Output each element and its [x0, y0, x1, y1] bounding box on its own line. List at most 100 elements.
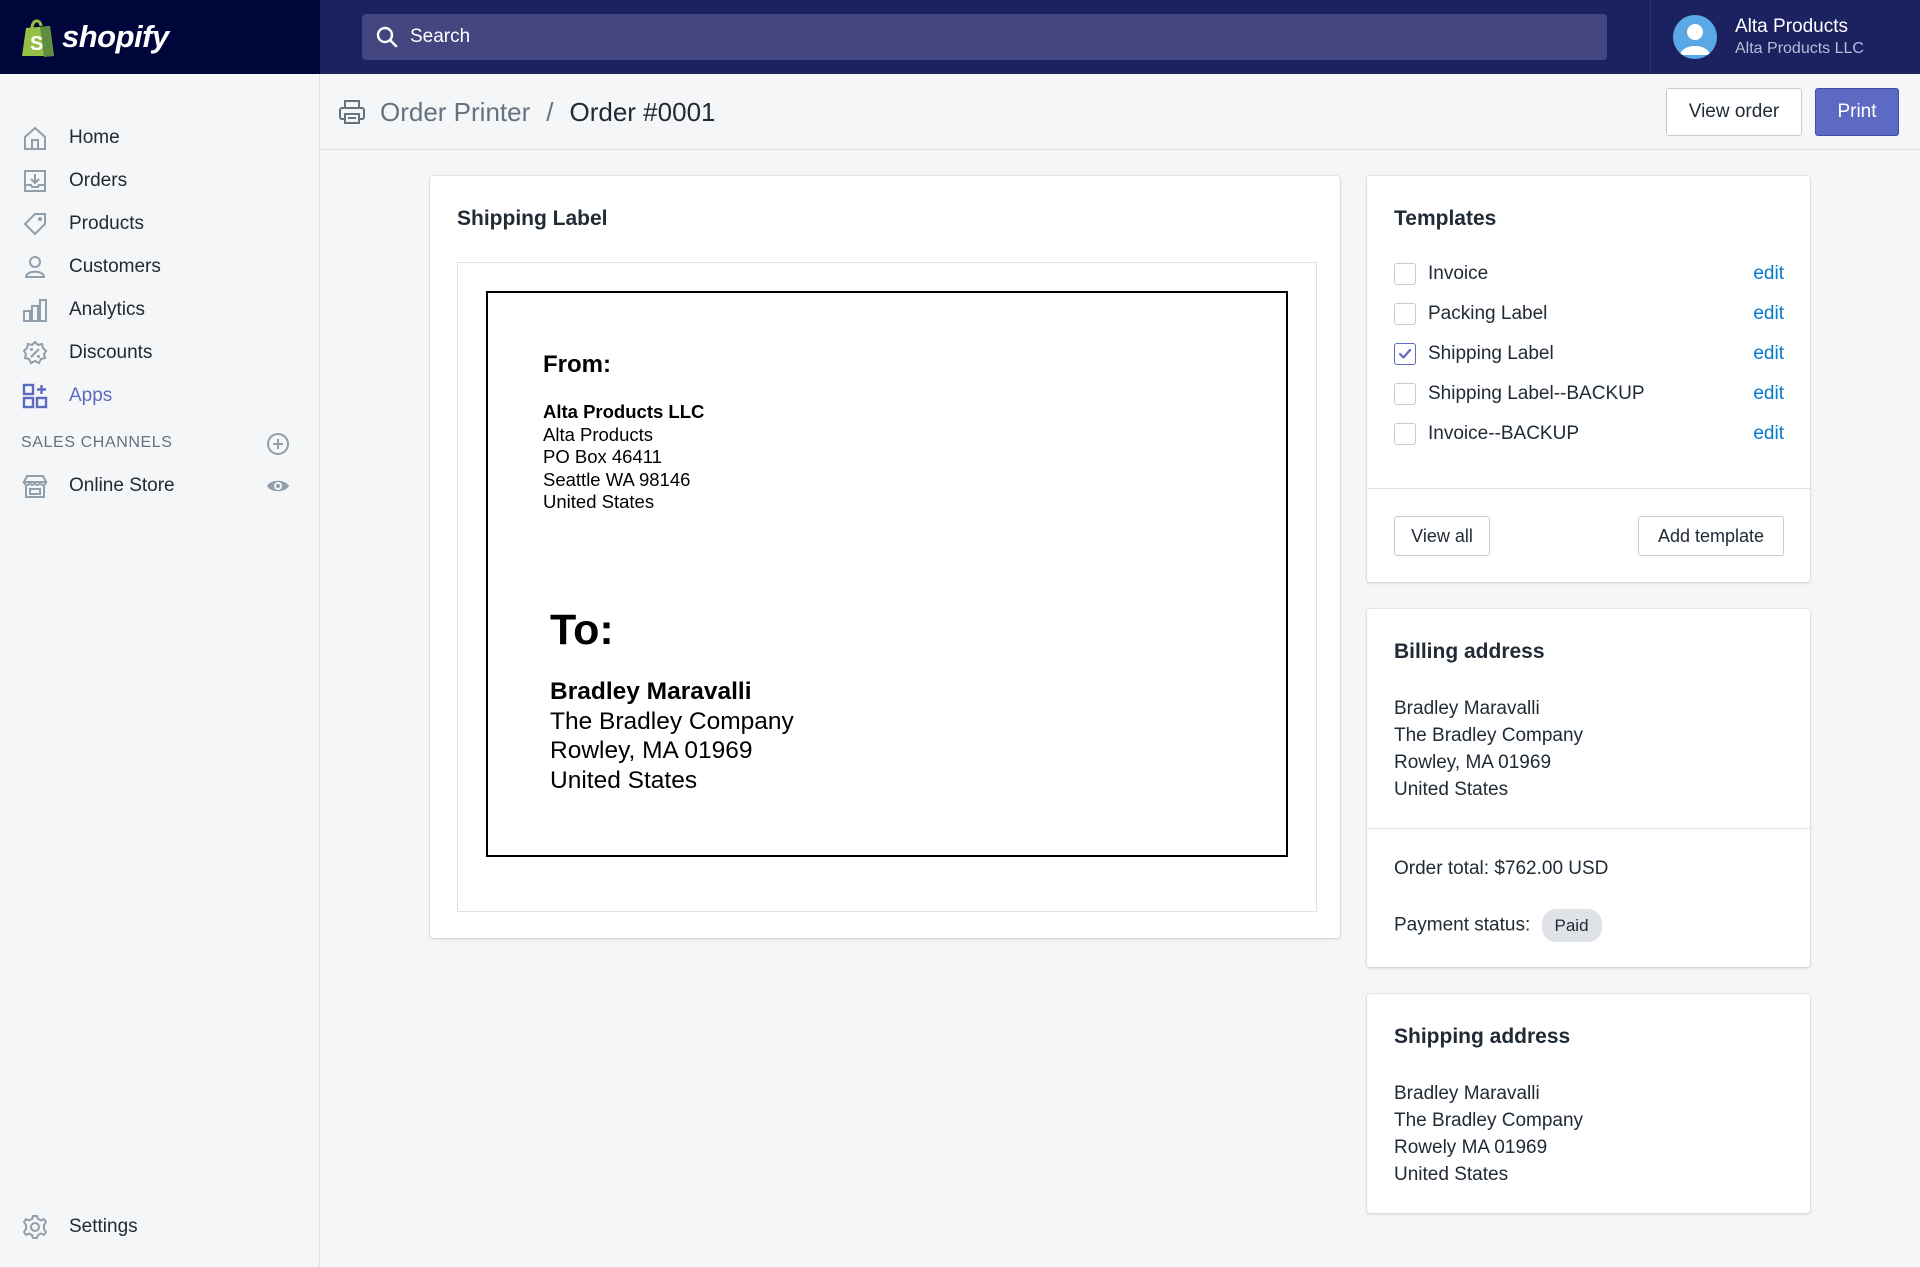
from-heading: From:: [543, 351, 611, 378]
shipping-line: Rowely MA 01969: [1394, 1137, 1548, 1158]
view-store-eye-icon[interactable]: [266, 476, 290, 496]
billing-title: Billing address: [1394, 640, 1545, 663]
to-line: The Bradley Company: [550, 707, 794, 735]
printer-icon: [339, 100, 365, 124]
billing-line: The Bradley Company: [1394, 725, 1584, 746]
bar-chart-icon: [20, 295, 50, 325]
sidebar-item-label: Analytics: [69, 298, 146, 320]
preview-title: Shipping Label: [457, 207, 608, 230]
sidebar-item-label: Apps: [69, 384, 113, 406]
sidebar-item-label: Orders: [69, 169, 128, 191]
sidebar-item-analytics[interactable]: Analytics: [0, 288, 320, 331]
orders-icon: [20, 166, 50, 196]
template-label: Shipping Label--BACKUP: [1428, 383, 1645, 404]
template-edit-link[interactable]: edit: [1753, 303, 1784, 325]
billing-line: United States: [1394, 779, 1509, 800]
template-checkbox[interactable]: [1394, 423, 1416, 445]
template-item-shipping-label-backup[interactable]: Shipping Label--BACKUP edit: [1394, 379, 1784, 409]
view-all-templates-button[interactable]: View all: [1394, 516, 1490, 556]
search-input[interactable]: Search: [362, 14, 1607, 60]
brand-name: shopify: [62, 19, 169, 54]
template-item-invoice-backup[interactable]: Invoice--BACKUP edit: [1394, 419, 1784, 449]
sales-channels-heading: SALES CHANNELS: [21, 434, 173, 451]
status-badge: Paid: [1541, 909, 1602, 942]
shopify-bag-icon: S: [22, 19, 54, 57]
svg-text:S: S: [30, 33, 43, 55]
page-header: Order Printer / Order #0001 View order P…: [320, 74, 1920, 150]
divider: [1367, 828, 1810, 829]
templates-title: Templates: [1394, 207, 1497, 230]
add-template-button[interactable]: Add template: [1638, 516, 1784, 556]
user-org: Alta Products LLC: [1735, 40, 1864, 57]
template-label: Invoice--BACKUP: [1428, 423, 1579, 444]
shipping-address: Bradley Maravalli The Bradley Company Ro…: [1394, 1080, 1583, 1188]
sidebar-item-label: Customers: [69, 255, 161, 277]
template-checkbox[interactable]: [1394, 383, 1416, 405]
payment-status: Payment status: Paid: [1394, 909, 1602, 942]
sidebar-item-label: Settings: [69, 1215, 138, 1237]
sidebar-item-label: Products: [69, 212, 144, 234]
template-edit-link[interactable]: edit: [1753, 343, 1784, 365]
shipping-line: Bradley Maravalli: [1394, 1083, 1540, 1104]
order-total-label: Order total:: [1394, 858, 1490, 879]
sidebar-item-home[interactable]: Home: [0, 116, 320, 159]
breadcrumb-app-link[interactable]: Order Printer: [380, 97, 530, 128]
template-label: Packing Label: [1428, 303, 1548, 324]
template-item-invoice[interactable]: Invoice edit: [1394, 259, 1784, 289]
sidebar-item-label: Discounts: [69, 341, 153, 363]
search-icon: [376, 26, 398, 48]
to-heading: To:: [550, 606, 614, 654]
template-checkbox[interactable]: [1394, 303, 1416, 325]
sidebar-item-products[interactable]: Products: [0, 202, 320, 245]
sidebar-item-orders[interactable]: Orders: [0, 159, 320, 202]
template-item-packing-label[interactable]: Packing Label edit: [1394, 299, 1784, 329]
sidebar-item-discounts[interactable]: Discounts: [0, 331, 320, 374]
template-edit-link[interactable]: edit: [1753, 263, 1784, 285]
template-item-shipping-label[interactable]: Shipping Label edit: [1394, 339, 1784, 369]
billing-address-card: Billing address Bradley Maravalli The Br…: [1367, 609, 1810, 967]
from-line: Alta Products: [543, 423, 654, 445]
to-line: Bradley Maravalli: [550, 678, 752, 705]
to-line: United States: [550, 766, 698, 794]
shipping-label-document: From: Alta Products LLC Alta Products PO…: [486, 291, 1288, 857]
templates-card: Templates Invoice edit Packing Label edi…: [1367, 176, 1810, 582]
checkmark-icon: [1398, 348, 1412, 359]
user-menu[interactable]: Alta Products Alta Products LLC: [1650, 0, 1920, 74]
avatar: [1673, 15, 1717, 59]
sidebar: Home Orders Products Customers Analytics…: [0, 74, 320, 1267]
shipping-line: United States: [1394, 1164, 1509, 1185]
payment-status-label: Payment status:: [1394, 914, 1531, 936]
store-icon: [20, 471, 50, 501]
template-edit-link[interactable]: edit: [1753, 383, 1784, 405]
apps-icon: [20, 381, 50, 411]
print-button[interactable]: Print: [1815, 88, 1899, 136]
sidebar-item-apps[interactable]: Apps: [0, 374, 320, 417]
gear-icon: [20, 1212, 50, 1242]
divider: [1367, 488, 1810, 489]
template-checkbox[interactable]: [1394, 263, 1416, 285]
breadcrumb: Order Printer / Order #0001: [338, 74, 715, 150]
shipping-address-card: Shipping address Bradley Maravalli The B…: [1367, 994, 1810, 1213]
to-line: Rowley, MA 01969: [550, 737, 753, 764]
from-line: United States: [543, 491, 655, 512]
discount-icon: [20, 338, 50, 368]
preview-card: Shipping Label From: Alta Products LLC A…: [430, 176, 1340, 938]
from-line: PO Box 46411: [543, 446, 662, 467]
from-line: Alta Products LLC: [543, 401, 705, 422]
from-address: Alta Products LLC Alta Products PO Box 4…: [543, 401, 704, 514]
order-total: Order total: $762.00 USD: [1394, 855, 1608, 882]
to-address: Bradley Maravalli The Bradley Company Ro…: [550, 677, 794, 795]
template-edit-link[interactable]: edit: [1753, 423, 1784, 445]
sidebar-item-customers[interactable]: Customers: [0, 245, 320, 288]
template-checkbox[interactable]: [1394, 343, 1416, 365]
add-channel-icon[interactable]: [266, 432, 290, 456]
shipping-title: Shipping address: [1394, 1025, 1571, 1048]
view-order-button[interactable]: View order: [1666, 88, 1802, 136]
billing-address: Bradley Maravalli The Bradley Company Ro…: [1394, 695, 1583, 803]
shopify-logo[interactable]: S shopify: [0, 0, 320, 74]
sidebar-item-settings[interactable]: Settings: [0, 1205, 320, 1248]
search-placeholder: Search: [410, 26, 471, 47]
template-label: Shipping Label: [1428, 343, 1554, 364]
breadcrumb-separator: /: [546, 96, 554, 127]
billing-line: Bradley Maravalli: [1394, 698, 1540, 719]
